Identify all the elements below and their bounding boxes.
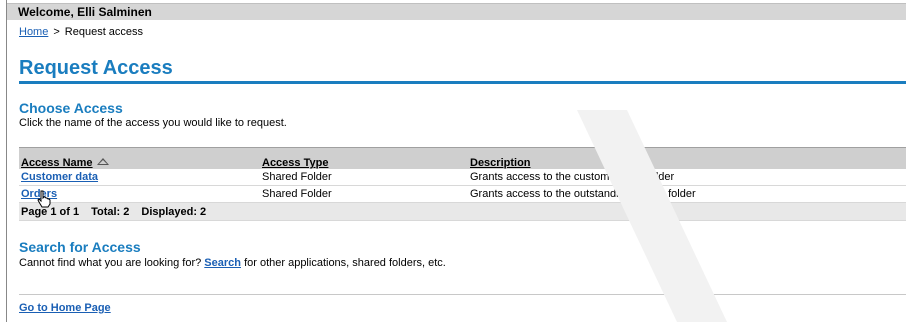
- breadcrumb-separator: >: [53, 26, 60, 38]
- choose-access-description: Click the name of the access you would l…: [19, 117, 287, 129]
- column-header-access-name[interactable]: Access Name: [19, 147, 260, 169]
- hand-cursor-icon: [37, 190, 51, 208]
- access-name-link[interactable]: Customer data: [21, 171, 98, 183]
- search-text-before: Cannot find what you are looking for?: [19, 257, 202, 269]
- pager-total: Total: 2: [91, 205, 130, 218]
- sort-ascending-icon[interactable]: [96, 158, 109, 165]
- search-text-after: for other applications, shared folders, …: [244, 257, 446, 269]
- page-frame: Welcome, Elli Salminen Home > Request acce…: [6, 0, 906, 322]
- search-access-description: Cannot find what you are looking for? Se…: [19, 257, 446, 270]
- breadcrumb-current: Request access: [64, 26, 144, 38]
- welcome-text: Welcome, Elli Salminen: [18, 5, 152, 19]
- choose-access-title: Choose Access: [19, 100, 123, 116]
- breadcrumb: Home > Request access: [19, 25, 143, 39]
- title-divider: [19, 81, 906, 84]
- page-title: Request Access: [19, 57, 173, 79]
- breadcrumb-home-link[interactable]: Home: [19, 26, 48, 38]
- watermark-graphic: [577, 110, 727, 322]
- welcome-bar: Welcome, Elli Salminen: [7, 3, 906, 20]
- column-header-label[interactable]: Access Name: [21, 157, 93, 169]
- go-to-home-link[interactable]: Go to Home Page: [19, 302, 111, 314]
- pager-displayed: Displayed: 2: [141, 205, 207, 218]
- search-link[interactable]: Search: [204, 257, 241, 269]
- column-header-label[interactable]: Access Type: [262, 157, 328, 169]
- search-access-title: Search for Access: [19, 239, 141, 255]
